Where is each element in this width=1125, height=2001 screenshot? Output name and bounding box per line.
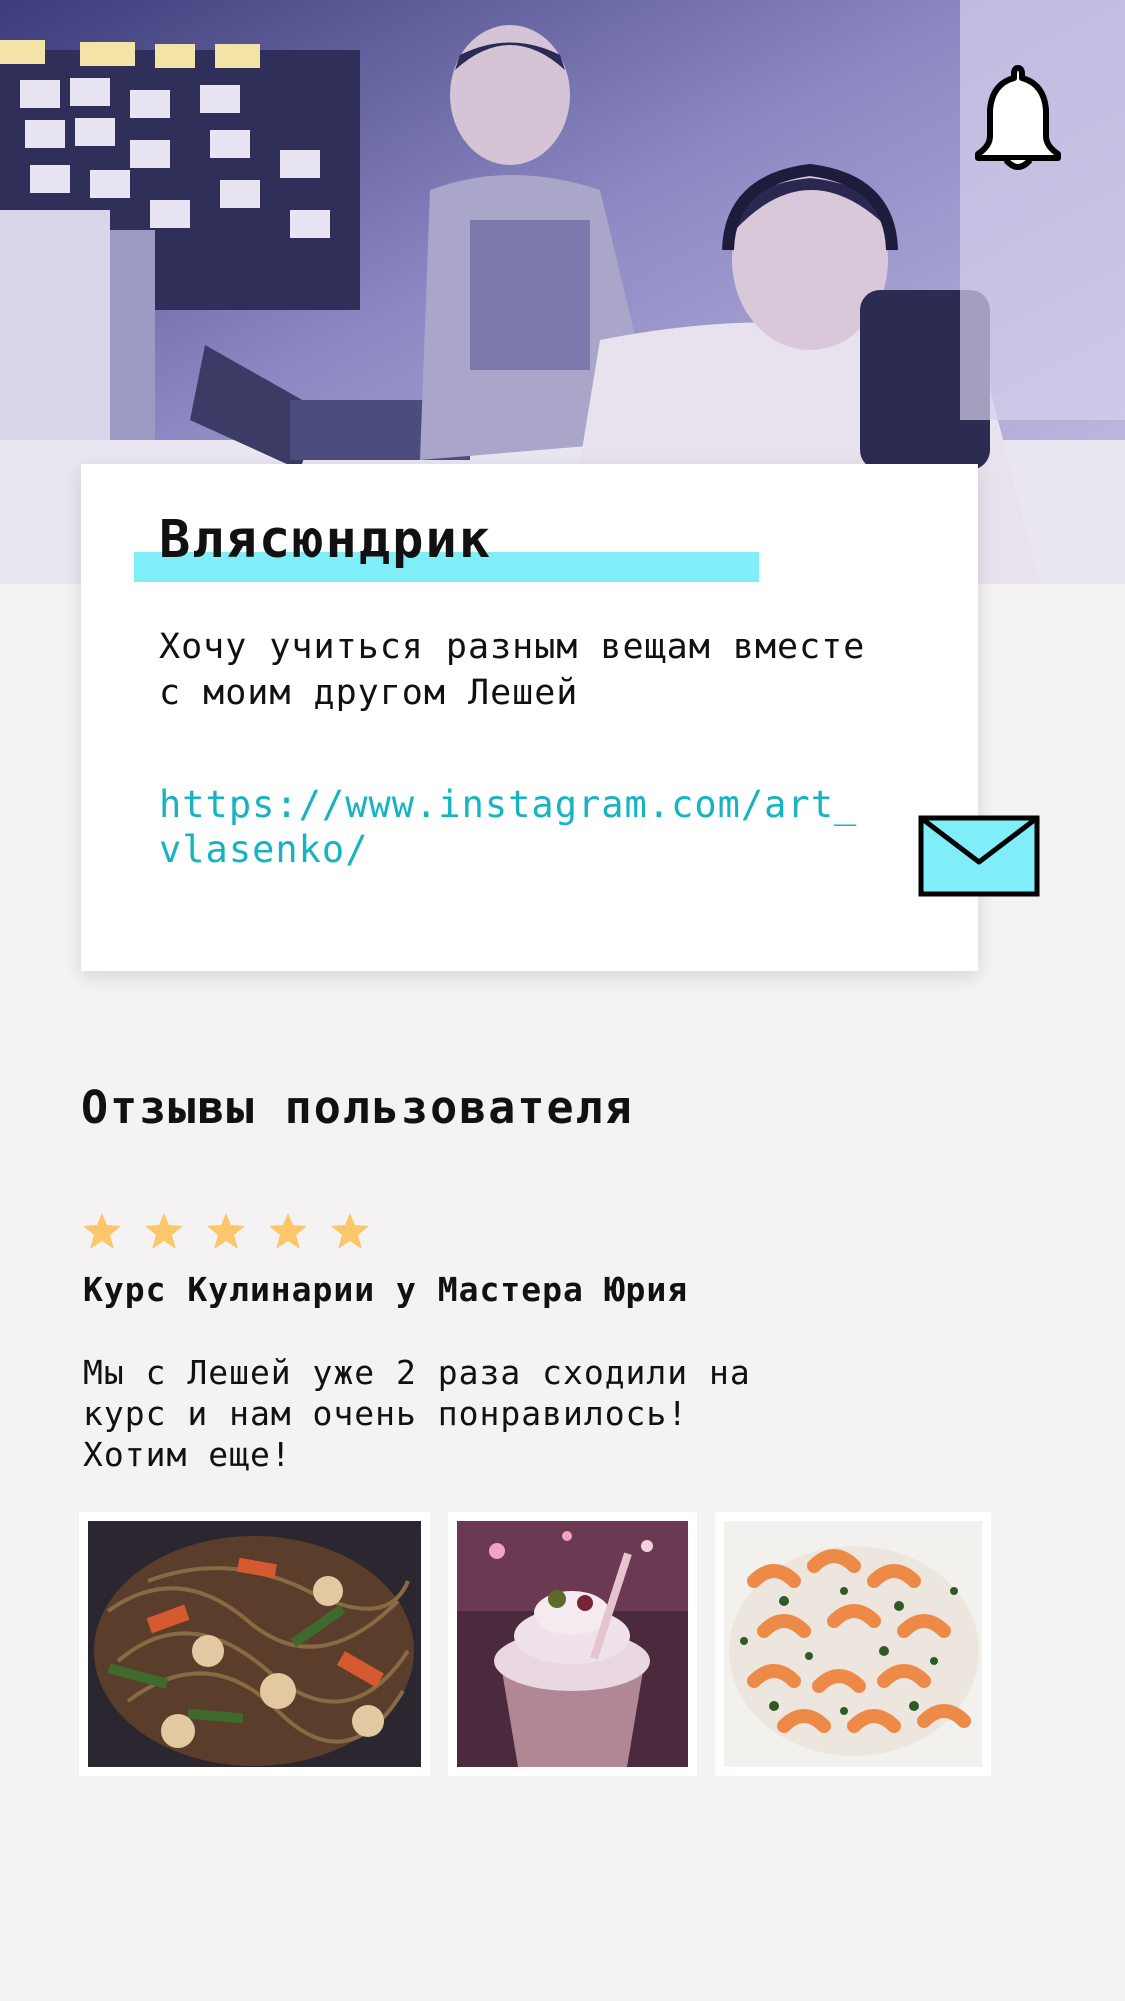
shrimp-image [724, 1521, 982, 1767]
bell-icon[interactable] [968, 62, 1068, 172]
milkshake-photo[interactable] [448, 1512, 697, 1776]
review-text: Мы с Лешей уже 2 раза сходили на курс и … [83, 1353, 751, 1474]
rating-stars [82, 1212, 392, 1252]
profile-bio: Хочу учиться разным вещам вместе с моим … [159, 627, 866, 713]
star-icon [207, 1213, 245, 1249]
star-icon [269, 1213, 307, 1249]
star-icon [331, 1213, 369, 1249]
reviews-title: Отзывы пользователя [81, 1081, 634, 1134]
star-icon [83, 1213, 121, 1249]
review-course-title: Курс Кулинарии у Мастера Юрия [83, 1270, 689, 1309]
profile-card: Влясюндрик Хочу учиться разным вещам вме… [81, 464, 978, 971]
profile-link[interactable]: https://www.instagram.com/art_vlasenko/ [159, 782, 879, 872]
milkshake-image [457, 1521, 688, 1767]
star-icon [145, 1213, 183, 1249]
profile-name: Влясюндрик [159, 510, 493, 570]
envelope-icon[interactable] [918, 815, 1040, 897]
shrimp-photo[interactable] [715, 1512, 991, 1776]
noodles-photo[interactable] [79, 1512, 430, 1776]
noodles-image [88, 1521, 421, 1767]
